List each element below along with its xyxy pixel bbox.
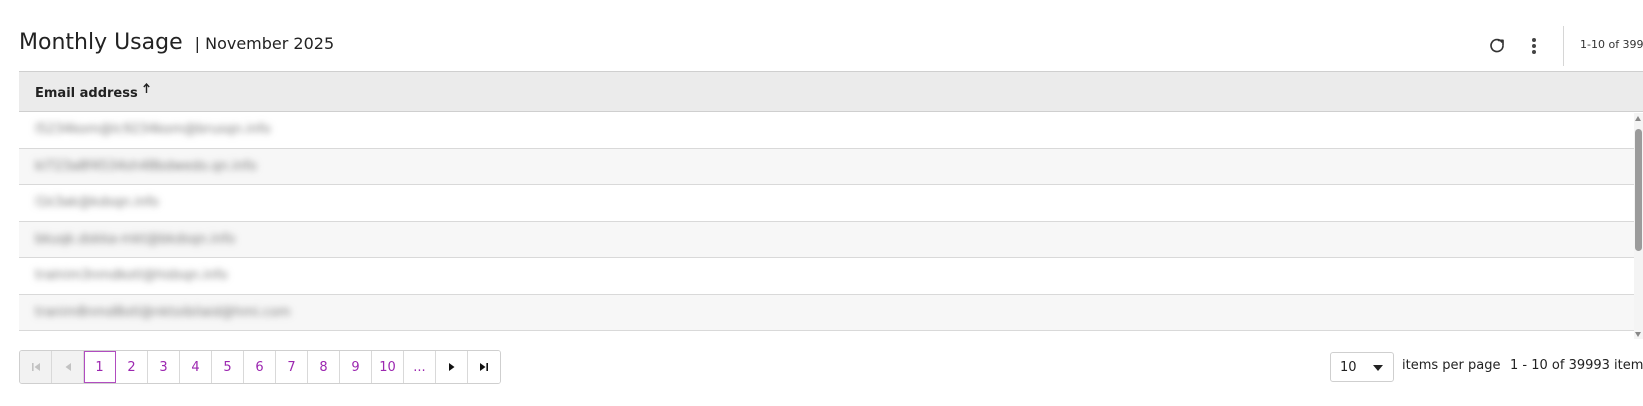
toolbar-divider: [1563, 26, 1564, 66]
next-page-icon: [448, 363, 454, 371]
first-page-button[interactable]: [20, 351, 52, 383]
email-cell: bkuqk.dskka-mkt@bkdsqn.info: [35, 231, 236, 247]
next-page-button[interactable]: [436, 351, 468, 383]
scroll-up-icon[interactable]: [1635, 116, 1641, 121]
page-button-9[interactable]: 9: [340, 351, 372, 383]
chevron-down-icon: [1373, 365, 1383, 371]
table-row[interactable]: tranim8nmd8otl@nktoibilaid@hmi.com: [19, 294, 1643, 331]
previous-page-icon: [65, 363, 71, 371]
page-subtitle: | November 2025: [194, 34, 335, 53]
email-cell: tranim8nmd8otl@nktoibilaid@hmi.com: [35, 304, 291, 320]
vertical-scrollbar[interactable]: [1634, 113, 1643, 339]
first-page-icon: [31, 363, 40, 371]
page-button-8[interactable]: 8: [308, 351, 340, 383]
table-row[interactable]: bkuqk.dskka-mkt@bkdsqn.info: [19, 221, 1643, 258]
items-per-page-label: items per page: [1402, 358, 1501, 373]
page-button-1[interactable]: 1: [84, 351, 116, 383]
email-cell: l1k3ak@kdsqn.info: [35, 195, 159, 211]
last-page-button[interactable]: [468, 351, 500, 383]
more-pages-button[interactable]: ...: [404, 351, 436, 383]
grid-body: l5234kom@lc9234kom@brusqn.info kl723a8f4…: [19, 112, 1643, 338]
more-vertical-icon: [1532, 38, 1536, 54]
page-button-5[interactable]: 5: [212, 351, 244, 383]
page-button-10[interactable]: 10: [372, 351, 404, 383]
refresh-icon: [1490, 38, 1504, 53]
items-summary: 1 - 10 of 39993 items: [1510, 358, 1643, 373]
table-row[interactable]: l1k3ak@kdsqn.info: [19, 185, 1643, 222]
page-size-select[interactable]: 10: [1330, 352, 1394, 382]
page-button-7[interactable]: 7: [276, 351, 308, 383]
usage-grid: Email address l5234kom@lc9234kom@brusqn.…: [19, 71, 1643, 339]
arrow-up-icon: [143, 82, 150, 98]
scrollbar-thumb[interactable]: [1635, 129, 1642, 251]
page-button-6[interactable]: 6: [244, 351, 276, 383]
column-header-label: Email address: [35, 85, 138, 101]
page-button-2[interactable]: 2: [116, 351, 148, 383]
page-button-3[interactable]: 3: [148, 351, 180, 383]
table-row[interactable]: tralnim3nmdkotl@hidsqn.info: [19, 258, 1643, 295]
table-row[interactable]: kl723a8f4534sh48bdwedo.qn.info: [19, 148, 1643, 185]
column-header-email[interactable]: Email address: [35, 82, 150, 101]
range-indicator: 1-10 of 3999: [1580, 38, 1643, 51]
pagination: 1 2 3 4 5 6 7 8 9 10 ...: [19, 350, 501, 384]
more-options-button[interactable]: [1525, 35, 1543, 57]
last-page-icon: [480, 363, 488, 371]
grid-header: Email address: [19, 72, 1643, 112]
refresh-button[interactable]: [1486, 35, 1508, 57]
email-cell: tralnim3nmdkotl@hidsqn.info: [35, 268, 228, 284]
table-row[interactable]: l5234kom@lc9234kom@brusqn.info: [19, 112, 1643, 149]
email-cell: kl723a8f4534sh48bdwedo.qn.info: [35, 158, 257, 174]
email-cell: l5234kom@lc9234kom@brusqn.info: [35, 122, 271, 138]
scroll-down-icon[interactable]: [1635, 332, 1641, 337]
page-header: Monthly Usage | November 2025: [19, 30, 334, 62]
page-size-value: 10: [1340, 359, 1357, 375]
previous-page-button[interactable]: [52, 351, 84, 383]
page-button-4[interactable]: 4: [180, 351, 212, 383]
page-title: Monthly Usage: [19, 30, 183, 55]
